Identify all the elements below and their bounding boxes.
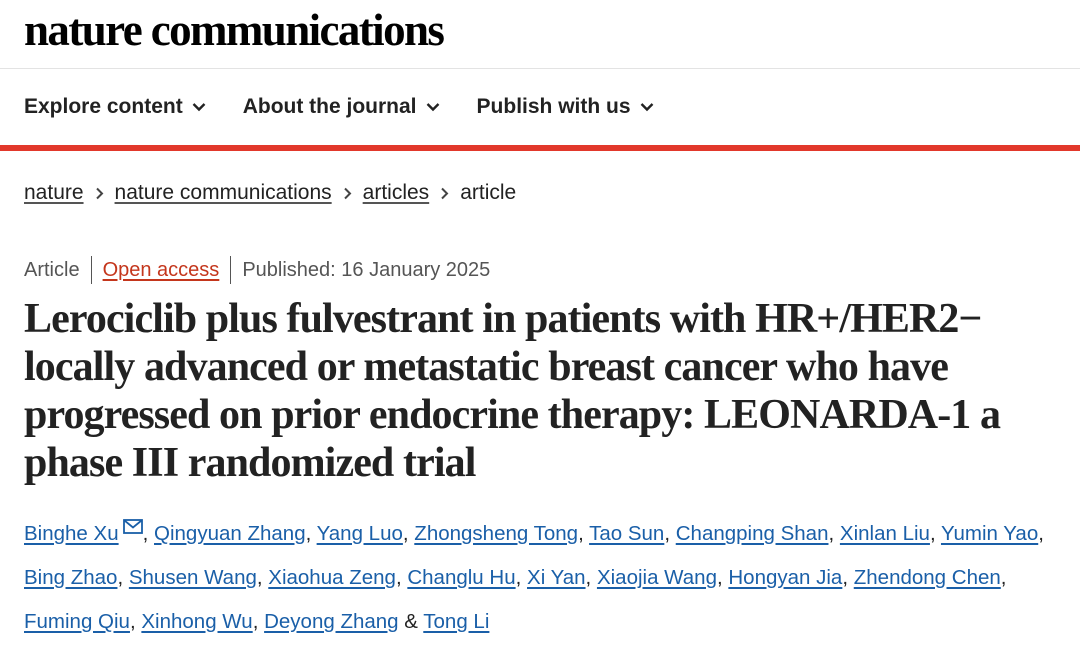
nav-publish-with-us[interactable]: Publish with us xyxy=(477,95,654,119)
author-link[interactable]: Zhongsheng Tong xyxy=(414,522,578,545)
author-link[interactable]: Yang Luo xyxy=(317,522,403,545)
nav-item-label: Publish with us xyxy=(476,95,631,118)
author-link[interactable]: Zhendong Chen xyxy=(854,566,1001,589)
author-link[interactable]: Shusen Wang xyxy=(129,566,257,589)
chevron-right-icon xyxy=(343,187,352,200)
article-title: Lerociclib plus fulvestrant in patients … xyxy=(24,296,1001,486)
breadcrumb: nature nature communications articles ar… xyxy=(0,178,1080,208)
author-link[interactable]: Xinhong Wu xyxy=(141,610,252,633)
published-date: Published: 16 January 2025 xyxy=(242,258,491,281)
author-link[interactable]: Yumin Yao xyxy=(941,522,1038,545)
author-link[interactable]: Fuming Qiu xyxy=(24,610,130,633)
author-link[interactable]: Xiaohua Zeng xyxy=(268,566,396,589)
author-link[interactable]: Xinlan Liu xyxy=(840,522,930,545)
author-link[interactable]: Qingyuan Zhang xyxy=(154,522,306,545)
breadcrumb-current: article xyxy=(460,181,517,204)
chevron-down-icon xyxy=(640,103,653,112)
meta-divider xyxy=(90,256,92,284)
nav-explore-content[interactable]: Explore content xyxy=(24,95,206,119)
author-link[interactable]: Bing Zhao xyxy=(24,566,117,589)
site-header: nature communications Explore content Ab… xyxy=(0,0,1080,151)
author-list: Binghe Xu, Qingyuan Zhang, Yang Luo, Zho… xyxy=(24,512,1064,644)
article-meta: Article Open access Published: 16 Januar… xyxy=(0,255,1080,285)
author-link[interactable]: Hongyan Jia xyxy=(728,566,842,589)
nav-item-label: Explore content xyxy=(24,95,183,118)
chevron-down-icon xyxy=(426,103,439,112)
nav-about-journal[interactable]: About the journal xyxy=(243,95,440,119)
chevron-down-icon xyxy=(192,103,206,112)
journal-logo[interactable]: nature communications xyxy=(24,7,445,53)
chevron-right-icon xyxy=(95,187,104,200)
author-link[interactable]: Changping Shan xyxy=(676,522,829,545)
author-link[interactable]: Deyong Zhang xyxy=(264,610,398,633)
article-main: nature nature communications articles ar… xyxy=(0,178,1080,644)
email-icon[interactable] xyxy=(122,519,143,534)
article-type: Article xyxy=(24,258,80,281)
header-top-bar: nature communications xyxy=(0,0,1080,69)
open-access-link[interactable]: Open access xyxy=(103,259,220,282)
author-link[interactable]: Changlu Hu xyxy=(407,566,515,589)
meta-divider xyxy=(230,256,232,284)
author-link[interactable]: Binghe Xu xyxy=(24,522,119,545)
breadcrumb-link-articles[interactable]: articles xyxy=(363,181,430,205)
chevron-right-icon xyxy=(440,187,449,200)
author-link[interactable]: Tong Li xyxy=(423,610,489,633)
author-link[interactable]: Xiaojia Wang xyxy=(597,566,717,589)
author-link[interactable]: Tao Sun xyxy=(589,522,664,545)
breadcrumb-link-nature-communications[interactable]: nature communications xyxy=(115,181,332,205)
breadcrumb-link-nature[interactable]: nature xyxy=(24,181,84,205)
author-link[interactable]: Xi Yan xyxy=(527,566,586,589)
main-nav: Explore content About the journal Publis… xyxy=(0,69,1080,151)
nav-item-label: About the journal xyxy=(242,95,417,118)
